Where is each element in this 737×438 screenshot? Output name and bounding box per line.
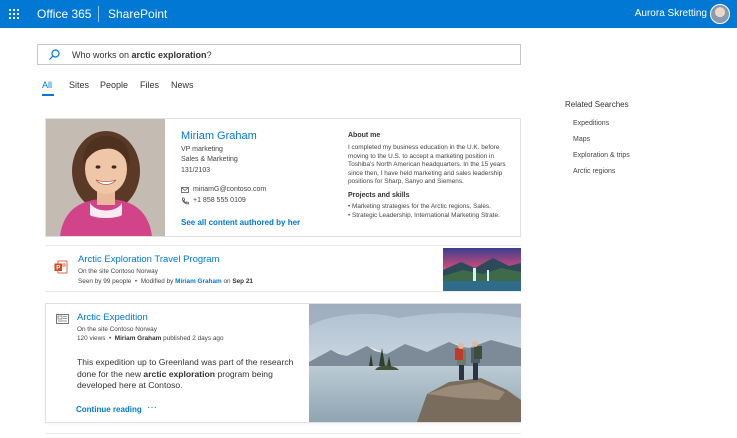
results-divider [45, 433, 521, 434]
related-item-maps[interactable]: Maps [573, 135, 590, 144]
news-title[interactable]: Arctic Expedition [77, 312, 148, 324]
news-excerpt: This expedition up to Greenland was part… [77, 357, 294, 391]
search-box[interactable]: Who works on arctic exploration? [37, 44, 521, 65]
person-phone[interactable]: +1 858 555 0109 [193, 196, 246, 205]
user-name[interactable]: Aurora Skretting [635, 8, 707, 20]
more-options-button[interactable]: ··· [147, 403, 157, 413]
search-icon [49, 49, 60, 60]
person-photo[interactable] [46, 119, 165, 236]
tab-sites[interactable]: Sites [69, 80, 89, 91]
news-meta: 120 views • Miriam Graham published 2 da… [77, 335, 224, 342]
header-divider [98, 6, 99, 22]
app-launcher-button[interactable] [0, 0, 28, 28]
search-query[interactable]: Who works on arctic exploration? [72, 49, 212, 61]
waffle-icon [9, 9, 19, 19]
news-image[interactable] [309, 304, 521, 422]
see-all-content-link[interactable]: See all content authored by her [181, 218, 300, 228]
document-title[interactable]: Arctic Exploration Travel Program [78, 254, 220, 266]
office365-link[interactable]: Office 365 [37, 7, 91, 21]
phone-icon [182, 197, 189, 205]
projects-heading: Projects and skills [348, 192, 410, 199]
news-site: On the site Contoso Norway [77, 326, 157, 333]
project-item: • Marketing strategies for the Arctic re… [348, 203, 491, 210]
mail-icon [181, 187, 189, 193]
user-avatar[interactable] [710, 4, 730, 24]
tab-news[interactable]: News [171, 80, 194, 91]
document-thumbnail[interactable] [443, 248, 521, 291]
suite-header: Office 365 SharePoint Aurora Skretting [0, 0, 737, 28]
related-item-expeditions[interactable]: Expeditions [573, 119, 609, 128]
about-me-text: I completed my business education in the… [348, 144, 506, 186]
continue-reading-link[interactable]: Continue reading [76, 405, 142, 415]
person-department: Sales & Marketing [181, 156, 238, 163]
person-result-card[interactable]: Miriam Graham VP marketing Sales & Marke… [45, 118, 521, 237]
powerpoint-file-icon: P [54, 260, 68, 274]
sharepoint-link[interactable]: SharePoint [108, 7, 167, 21]
tab-people[interactable]: People [100, 80, 128, 91]
document-site: On the site Contoso Norway [78, 268, 158, 275]
project-item: • Strategic Leadership, International Ma… [348, 212, 500, 219]
news-icon [56, 314, 69, 324]
active-tab-indicator [42, 94, 54, 96]
tab-files[interactable]: Files [140, 80, 159, 91]
person-title: VP marketing [181, 146, 223, 153]
person-name[interactable]: Miriam Graham [181, 130, 257, 143]
person-office: 131/2103 [181, 167, 211, 174]
about-me-heading: About me [348, 132, 381, 139]
document-meta: Seen by 99 people • Modified by Miriam G… [78, 278, 253, 285]
news-result-card[interactable]: Arctic Expedition On the site Contoso No… [45, 303, 521, 423]
document-author-link[interactable]: Miriam Graham [175, 278, 222, 285]
person-email[interactable]: miriamG@contoso.com [193, 185, 266, 194]
document-result-card[interactable]: P Arctic Exploration Travel Program On t… [45, 245, 521, 292]
related-item-exploration-trips[interactable]: Exploration & trips [573, 151, 630, 160]
news-author[interactable]: Miriam Graham [115, 335, 162, 342]
tab-all[interactable]: All [42, 80, 52, 91]
related-searches-title: Related Searches [565, 100, 629, 109]
svg-text:P: P [56, 266, 60, 272]
related-item-arctic-regions[interactable]: Arctic regions [573, 167, 615, 176]
